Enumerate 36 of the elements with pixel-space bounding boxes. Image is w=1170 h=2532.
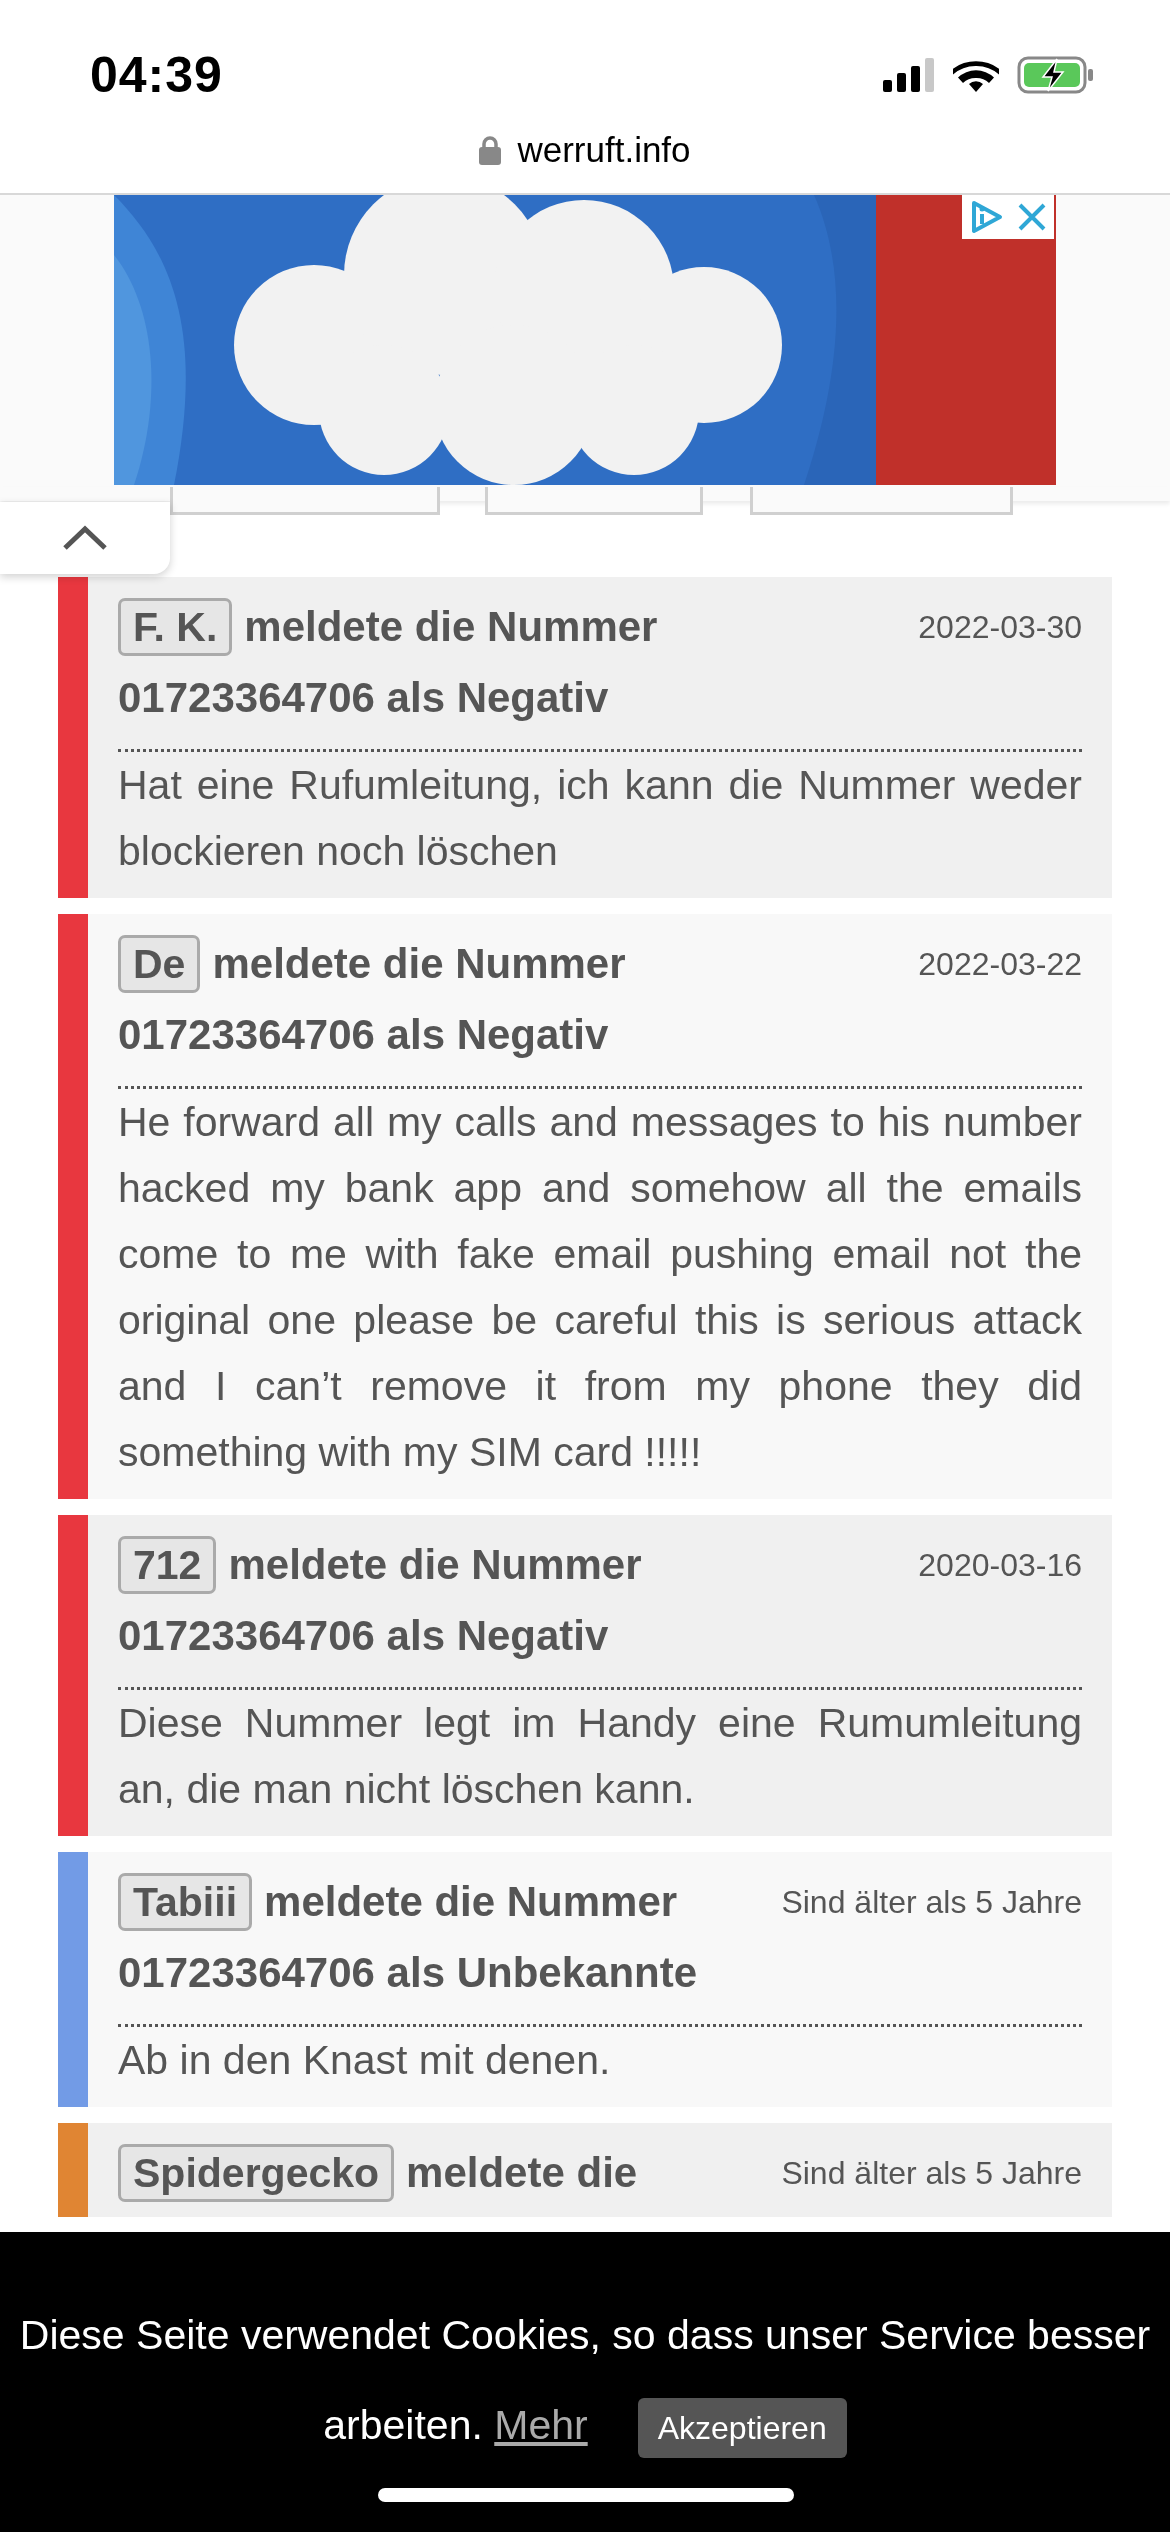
report-date: 2020-03-16 [918,1546,1082,1584]
scroll-up-button[interactable] [0,502,170,574]
report-comment: Diese Nummer legt im Handy eine Rumumleitung an, die man nicht löschen kann. [118,1699,1082,1814]
lock-icon [479,135,502,165]
report-date: 2022-03-30 [918,608,1082,646]
reporter-name: F. K. [118,598,233,656]
report-date: 2022-03-22 [918,945,1082,983]
report-date: Sind älter als 5 Jahre [781,1883,1082,1921]
report-action: meldete die Nummer [228,1541,642,1589]
report-comment: Hat eine Rufumleitung, ich kann die Nummer weder blockieren noch löschen [118,761,1082,876]
report-action: meldete die [406,2149,638,2197]
reporter-name: De [118,935,201,993]
reported-number: 01723364706 als Negativ [118,673,610,723]
battery-charging-icon [1017,56,1095,94]
accept-button[interactable]: Akzeptieren [637,2398,847,2459]
report-date: Sind älter als 5 Jahre [781,2154,1082,2192]
report-action: meldete die Nummer [264,1878,678,1926]
reporter-name: 712 [118,1536,217,1594]
report-action: meldete die Nummer [244,603,658,651]
reporter-name: Tabiii [118,1873,253,1931]
reporter-name: Spidergecko [118,2144,395,2202]
more-link[interactable]: Mehr [494,2402,588,2448]
chevron-up-icon [62,525,108,551]
wifi-icon [953,58,999,92]
signal-icon [883,58,935,92]
tab-edge[interactable] [485,487,703,515]
status-time: 04:39 [90,46,223,104]
report-comment: He forward all my calls and messages to his number hacked my bank app and somehow all the emails come to me with fake email pushing email not the original one please be careful this is serious attack and I can’t remove it from my phone they did something with my SIM card !!!!! [118,1098,1082,1477]
report-action: meldete die Nummer [212,940,626,988]
close-icon[interactable] [1016,201,1048,233]
reported-number: 01723364706 als Negativ [118,1611,610,1661]
reported-number: 01723364706 als Negativ [118,1010,610,1060]
tab-edge[interactable] [750,487,1013,515]
url-text[interactable]: werruft.info [517,130,691,170]
report-comment: Ab in den Knast mit denen. [118,2036,612,2085]
reported-number: 01723364706 als Unbekannte [118,1948,699,1998]
